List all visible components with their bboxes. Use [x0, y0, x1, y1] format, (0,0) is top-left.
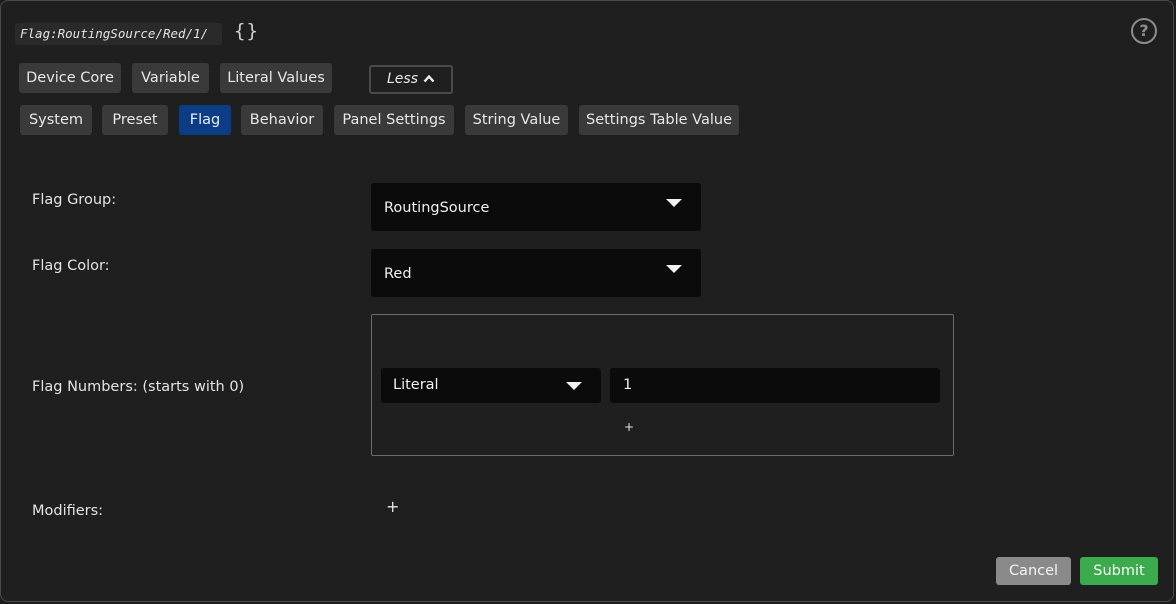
tab-variable[interactable]: Variable — [132, 63, 209, 93]
tab-literal-values[interactable]: Literal Values — [220, 63, 332, 93]
caret-down-icon — [566, 382, 582, 390]
less-toggle-button[interactable]: Less — [369, 65, 453, 94]
help-icon[interactable]: ? — [1131, 18, 1157, 44]
add-modifier-icon[interactable]: + — [386, 497, 399, 516]
flag-group-value: RoutingSource — [384, 200, 490, 216]
less-label: Less — [386, 71, 418, 87]
tab-behavior[interactable]: Behavior — [241, 105, 323, 135]
flag-color-value: Red — [384, 266, 412, 282]
flag-group-label: Flag Group: — [32, 192, 117, 208]
flag-number-type-value: Literal — [393, 377, 439, 393]
flag-path-display: Flag:RoutingSource/Red/1/ — [15, 23, 223, 45]
submit-button[interactable]: Submit — [1080, 557, 1158, 585]
tab-string-value[interactable]: String Value — [465, 105, 568, 135]
caret-down-icon — [666, 199, 682, 207]
tab-panel-settings[interactable]: Panel Settings — [334, 105, 454, 135]
cancel-button[interactable]: Cancel — [996, 557, 1071, 585]
flag-group-select[interactable]: RoutingSource — [371, 183, 701, 231]
tab-settings-table-value[interactable]: Settings Table Value — [579, 105, 739, 135]
flag-numbers-label: Flag Numbers: (starts with 0) — [32, 379, 245, 395]
tab-system[interactable]: System — [20, 105, 92, 135]
tab-device-core[interactable]: Device Core — [19, 63, 121, 93]
flag-number-type-select[interactable]: Literal — [381, 368, 601, 403]
flag-color-label: Flag Color: — [32, 258, 110, 274]
caret-down-icon — [666, 265, 682, 273]
json-view-braces-icon[interactable]: {} — [234, 20, 259, 42]
flag-numbers-container: Literal 1 + — [371, 314, 954, 456]
add-flag-number-icon[interactable]: + — [624, 420, 634, 434]
flag-editor-dialog: Flag:RoutingSource/Red/1/ {} ? Device Co… — [0, 0, 1174, 602]
tab-flag[interactable]: Flag — [179, 105, 231, 135]
flag-number-input[interactable]: 1 — [610, 368, 940, 403]
modifiers-label: Modifiers: — [32, 503, 104, 519]
chevron-up-icon — [423, 67, 435, 92]
tab-preset[interactable]: Preset — [102, 105, 168, 135]
flag-color-select[interactable]: Red — [371, 249, 701, 297]
